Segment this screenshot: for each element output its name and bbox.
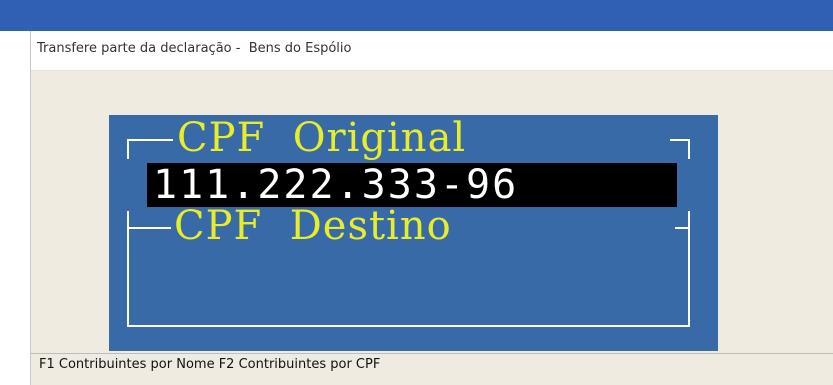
title-bar[interactable]: Transfere parte da declaração - Bens do … [31, 31, 833, 71]
cpf-destino-label: CPF Destino [174, 203, 452, 249]
box-right-lower-line [688, 211, 690, 327]
status-bar: F1 Contribuintes por Nome F2 Contribuint… [31, 353, 833, 377]
box-left-upper-line [127, 139, 129, 159]
box-mid-left-line [129, 227, 171, 229]
window-title: Transfere parte da declaração - Bens do … [37, 41, 352, 56]
status-bar-text: F1 Contribuintes por Nome F2 Contribuint… [39, 357, 381, 372]
cpf-original-label: CPF Original [177, 115, 467, 161]
box-top-left-line [129, 139, 173, 141]
cpf-original-field[interactable]: 111.222.333-96 [147, 163, 677, 207]
dialog-window: Transfere parte da declaração - Bens do … [30, 31, 833, 385]
desktop-frame-left [0, 31, 30, 385]
desktop-frame-top [0, 0, 833, 31]
box-right-upper-line [688, 139, 690, 159]
box-top-right-line [670, 139, 690, 141]
cpf-original-value: 111.222.333-96 [153, 162, 519, 208]
cpf-console-panel: CPF Original 111.222.333-96 CPF Destino [109, 115, 718, 351]
box-left-lower-line [127, 211, 129, 327]
box-bottom-line [127, 325, 690, 327]
